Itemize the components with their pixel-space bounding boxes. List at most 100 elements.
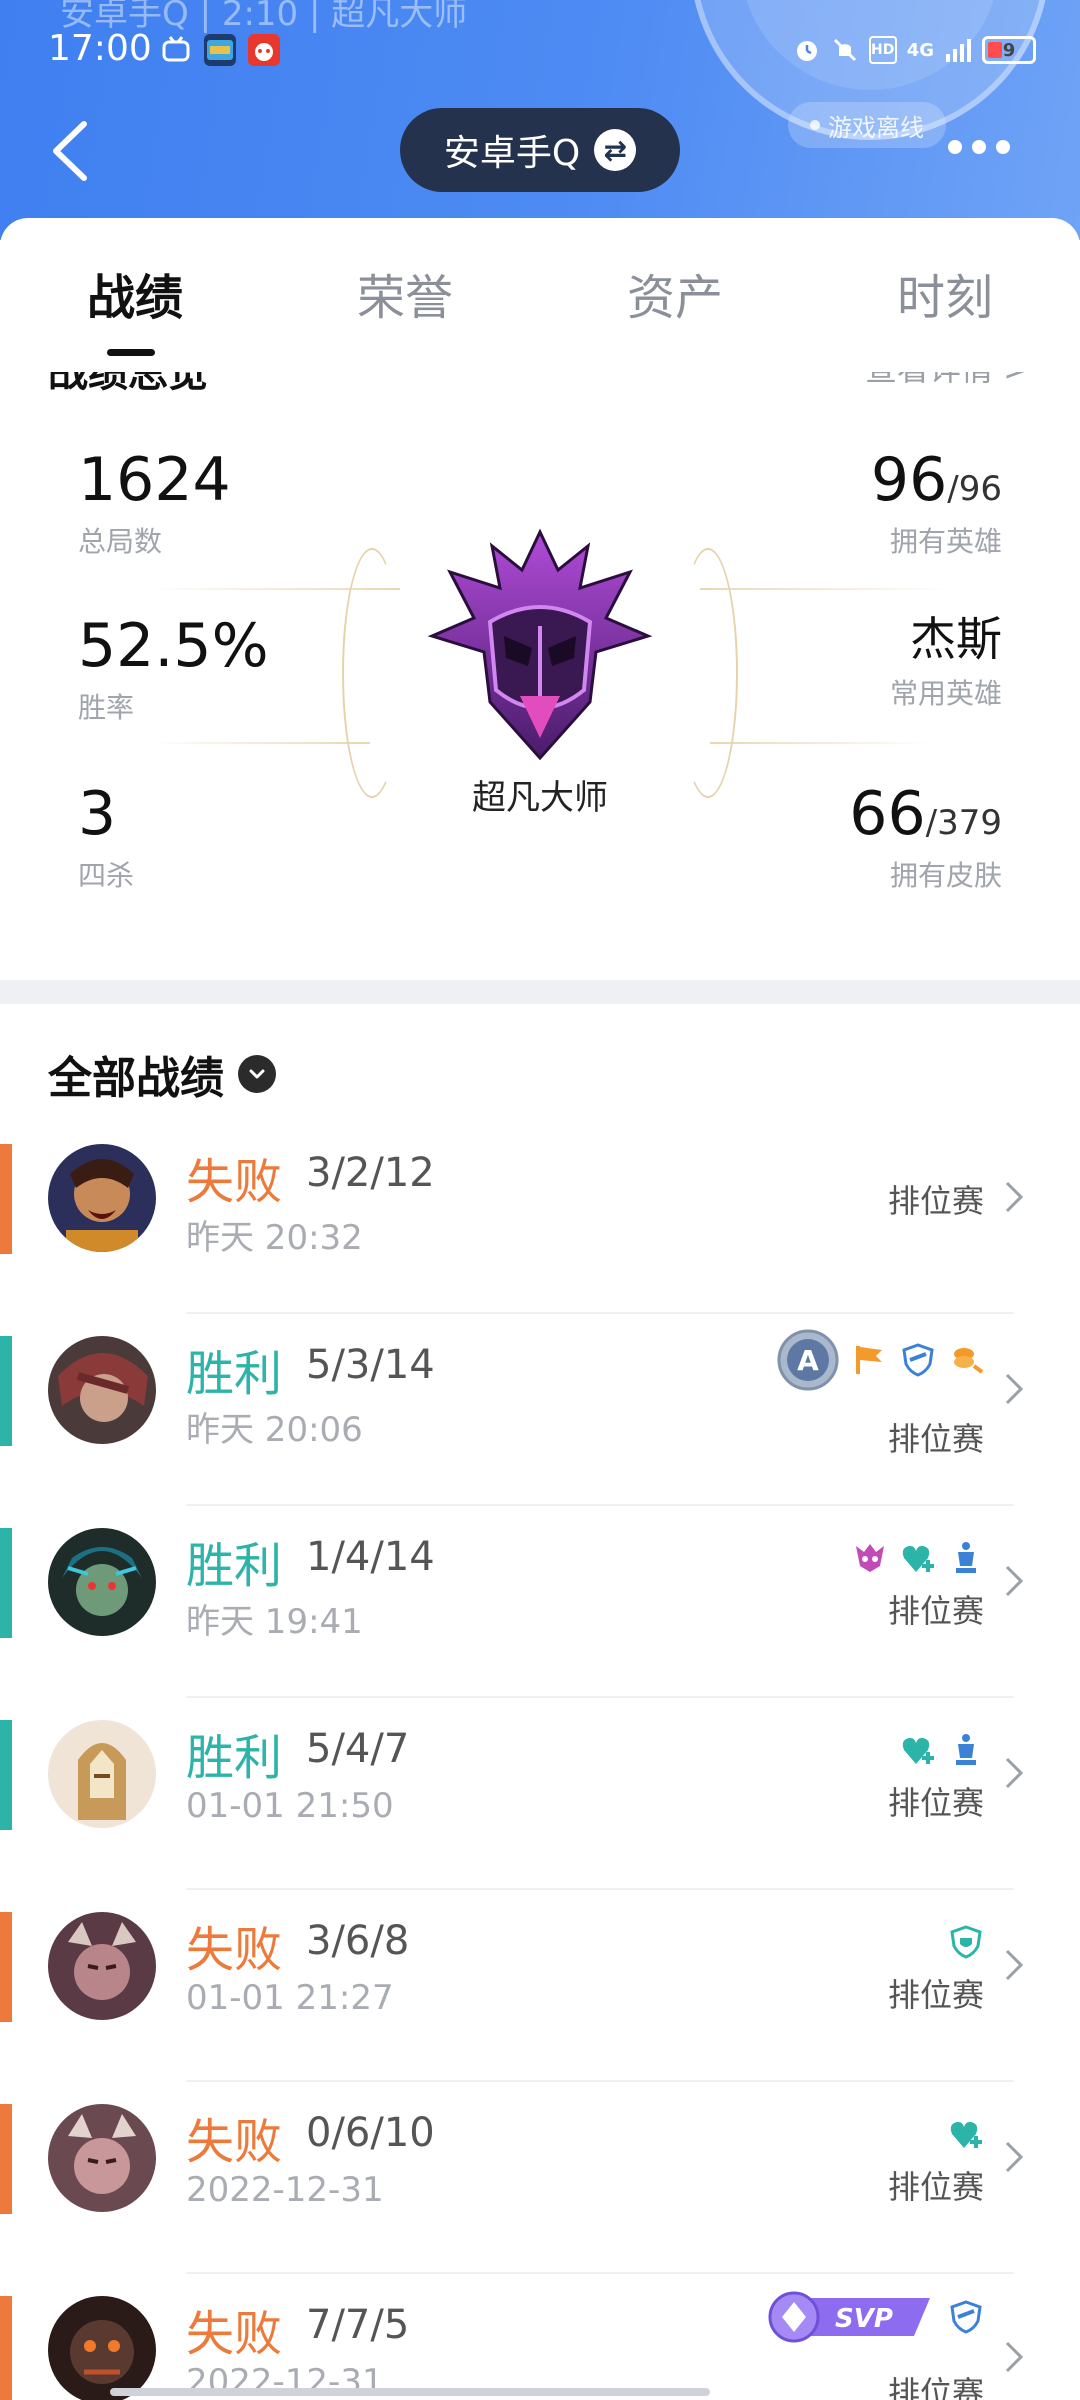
left-arc	[342, 548, 402, 798]
win-indicator	[0, 1720, 12, 1830]
match-mode: 排位赛	[887, 1420, 984, 1458]
match-record[interactable]: 胜利 5/3/14 昨天 20:06 A 排位赛	[0, 1314, 1080, 1506]
account-label: 安卓手Q	[443, 133, 581, 174]
tower-icon	[948, 1732, 984, 1768]
heroes-owned-stat[interactable]: 96/96 拥有英雄	[871, 450, 1002, 560]
match-badges	[852, 1540, 984, 1576]
quadra-kill-value: 3	[78, 779, 117, 849]
status-icons: HD 4G 9	[793, 36, 1036, 64]
record-overview: 战绩总览 查看详情 > 1624 总局数 52.5% 胜率 3 四杀 96/96…	[0, 372, 1080, 980]
win-indicator	[0, 1336, 12, 1446]
common-hero-stat[interactable]: 杰斯 常用英雄	[890, 616, 1002, 712]
match-time: 2022-12-31	[186, 2170, 384, 2210]
flag-icon	[852, 1342, 888, 1378]
hero-avatar	[48, 2104, 156, 2212]
match-badges	[948, 1924, 984, 1960]
chevron-left-icon	[53, 121, 87, 181]
match-mode: 排位赛	[887, 1784, 984, 1822]
win-rate-stat: 52.5% 胜率	[78, 616, 269, 726]
swap-icon: ⇄	[594, 129, 637, 171]
skins-owned-stat[interactable]: 66/379 拥有皮肤	[849, 784, 1002, 894]
hero-avatar	[48, 1528, 156, 1636]
match-mode: 排位赛	[887, 1592, 984, 1630]
battery-level: 9	[1002, 39, 1016, 61]
alarm-icon	[793, 36, 821, 64]
chevron-right-icon	[1005, 1373, 1024, 1405]
heroes-total: /96	[947, 469, 1002, 509]
win-indicator	[0, 1528, 12, 1638]
guide-line	[700, 588, 950, 590]
svp-label: SVP	[835, 2304, 893, 2334]
match-record[interactable]: 胜利 1/4/14 昨天 19:41 排位赛	[0, 1506, 1080, 1698]
match-result: 失败	[186, 1154, 283, 1210]
rank-emblem-icon[interactable]	[420, 526, 660, 766]
lose-indicator	[0, 2296, 12, 2400]
hero-avatar	[48, 1720, 156, 1828]
chevron-right-icon	[1005, 2341, 1024, 2373]
chevron-right-icon	[1005, 1181, 1024, 1213]
chevron-right-icon	[1005, 1949, 1024, 1981]
back-button[interactable]	[44, 116, 98, 186]
tab-moments[interactable]: 时刻	[835, 258, 1055, 328]
tower-icon	[948, 1540, 984, 1576]
mute-icon	[831, 36, 859, 64]
match-record[interactable]: 失败 0/6/10 2022-12-31 排位赛	[0, 2082, 1080, 2274]
skins-owned-label: 拥有皮肤	[889, 859, 1002, 892]
match-badges	[900, 1732, 984, 1768]
match-record[interactable]: 失败 7/7/5 2022-12-31 SVP 排位赛	[0, 2274, 1080, 2400]
chevron-down-icon	[238, 1055, 276, 1093]
lose-indicator	[0, 1144, 12, 1254]
guide-line	[150, 742, 370, 744]
more-dot	[948, 140, 962, 154]
section-divider	[0, 980, 1080, 1004]
match-kda: 5/4/7	[306, 1726, 410, 1772]
overview-heading: 战绩总览	[48, 372, 208, 396]
tab-honor[interactable]: 荣誉	[295, 258, 515, 328]
hd-icon: HD	[868, 36, 897, 64]
total-games-label: 总局数	[78, 525, 163, 558]
match-kda: 3/2/12	[306, 1150, 435, 1196]
gold-coin-icon	[948, 1342, 984, 1378]
a-rank-medal-icon: A	[776, 1328, 840, 1392]
more-dot	[996, 140, 1010, 154]
network-label: 4G	[906, 39, 934, 61]
match-kda: 0/6/10	[306, 2110, 435, 2156]
hero-avatar	[48, 1144, 156, 1252]
match-time: 01-01 21:27	[186, 1978, 394, 2018]
match-result: 胜利	[186, 1346, 283, 1402]
match-mode: 排位赛	[887, 1182, 984, 1220]
match-time: 01-01 21:50	[186, 1786, 394, 1826]
chevron-right-icon	[1005, 1757, 1024, 1789]
shield-heal-icon	[900, 1342, 936, 1378]
records-filter[interactable]: 全部战绩	[48, 1042, 276, 1106]
match-record[interactable]: 失败 3/2/12 昨天 20:32 排位赛	[0, 1122, 1080, 1314]
guide-line	[710, 742, 930, 744]
lose-indicator	[0, 2104, 12, 2214]
match-result: 胜利	[186, 1538, 283, 1594]
tab-record[interactable]: 战绩	[25, 258, 245, 356]
shield-icon	[948, 1924, 984, 1960]
more-options-button[interactable]	[948, 140, 1010, 154]
top-header: 安卓手Q | 2:10 | 超凡大师 17:00 HD 4G 9 游戏离线 安卓…	[0, 0, 1080, 240]
heroes-owned-value: 96	[870, 445, 948, 515]
match-record[interactable]: 失败 3/6/8 01-01 21:27 排位赛	[0, 1890, 1080, 2082]
match-kda: 3/6/8	[306, 1918, 410, 1964]
lose-indicator	[0, 1912, 12, 2022]
skins-owned-value: 66	[849, 779, 926, 849]
more-dot	[972, 140, 986, 154]
match-badges: A	[776, 1328, 984, 1392]
match-mode: 排位赛	[887, 2374, 984, 2400]
match-time: 昨天 20:32	[186, 1218, 363, 1258]
view-details-link[interactable]: 查看详情 >	[865, 372, 1030, 390]
chevron-right-icon	[1005, 2141, 1024, 2173]
account-switch-button[interactable]: 安卓手Q ⇄	[400, 108, 680, 192]
game-offline-status: 游戏离线	[788, 102, 946, 148]
common-hero-value: 杰斯	[910, 612, 1002, 666]
tab-assets[interactable]: 资产	[565, 258, 785, 328]
shield-heal-icon	[948, 2299, 984, 2335]
app-notification-icon	[248, 34, 280, 66]
bilibili-app-icon	[160, 34, 192, 66]
demon-icon	[852, 1540, 888, 1576]
match-time: 昨天 20:06	[186, 1410, 363, 1450]
match-record[interactable]: 胜利 5/4/7 01-01 21:50 排位赛	[0, 1698, 1080, 1890]
